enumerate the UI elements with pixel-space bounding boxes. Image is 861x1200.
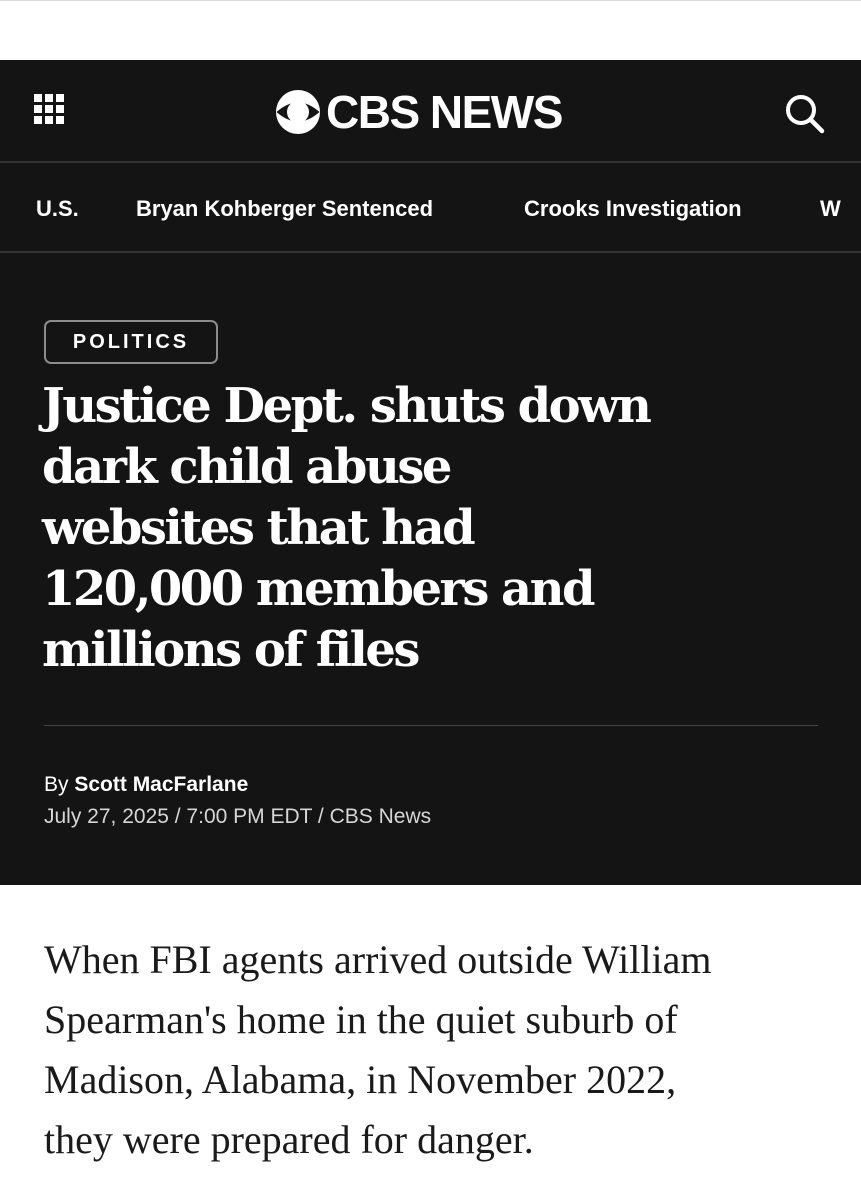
body-line: When FBI agents arrived outside William	[44, 937, 712, 982]
divider	[44, 725, 818, 726]
nav-item-bryan-kohberger[interactable]: Bryan Kohberger Sentenced	[136, 163, 433, 251]
nav-item-crooks-investigation[interactable]: Crooks Investigation	[524, 163, 742, 251]
headline-line: 120,000 members and	[42, 561, 596, 617]
section-nav: U.S. Bryan Kohberger Sentenced Crooks In…	[0, 163, 861, 253]
article-meta: July 27, 2025 / 7:00 PM EDT / CBS News	[44, 805, 432, 828]
nav-item-truncated[interactable]: W	[820, 163, 841, 251]
cbs-eye-icon	[276, 90, 320, 134]
nav-item-us[interactable]: U.S.	[36, 163, 79, 251]
status-area	[0, 0, 861, 60]
search-icon[interactable]	[781, 90, 829, 138]
headline-line: dark child abuse	[42, 439, 452, 495]
cbs-news-logo[interactable]: CBS NEWS	[274, 84, 563, 140]
byline-prefix: By	[44, 773, 69, 796]
headline-line: millions of files	[42, 622, 420, 678]
body-line: Madison, Alabama, in November 2022,	[44, 1057, 677, 1102]
site-header: CBS NEWS	[0, 60, 861, 163]
body-line: they were prepared for danger.	[44, 1117, 534, 1162]
headline-line: Justice Dept. shuts down	[42, 378, 652, 434]
author-link[interactable]: Scott MacFarlane	[74, 773, 248, 796]
article-header-section: CBS NEWS U.S. Bryan Kohberger Sentenced …	[0, 60, 861, 885]
headline-line: websites that had	[42, 500, 476, 556]
article-body: When FBI agents arrived outside William …	[44, 930, 834, 1170]
article-headline: Justice Dept. shuts down dark child abus…	[42, 376, 822, 681]
byline: By Scott MacFarlane	[44, 772, 248, 798]
grid-menu-icon[interactable]	[34, 94, 72, 132]
body-line: Spearman's home in the quiet suburb of	[44, 997, 678, 1042]
category-badge[interactable]: POLITICS	[44, 320, 218, 364]
brand-text: CBS NEWS	[326, 86, 563, 138]
